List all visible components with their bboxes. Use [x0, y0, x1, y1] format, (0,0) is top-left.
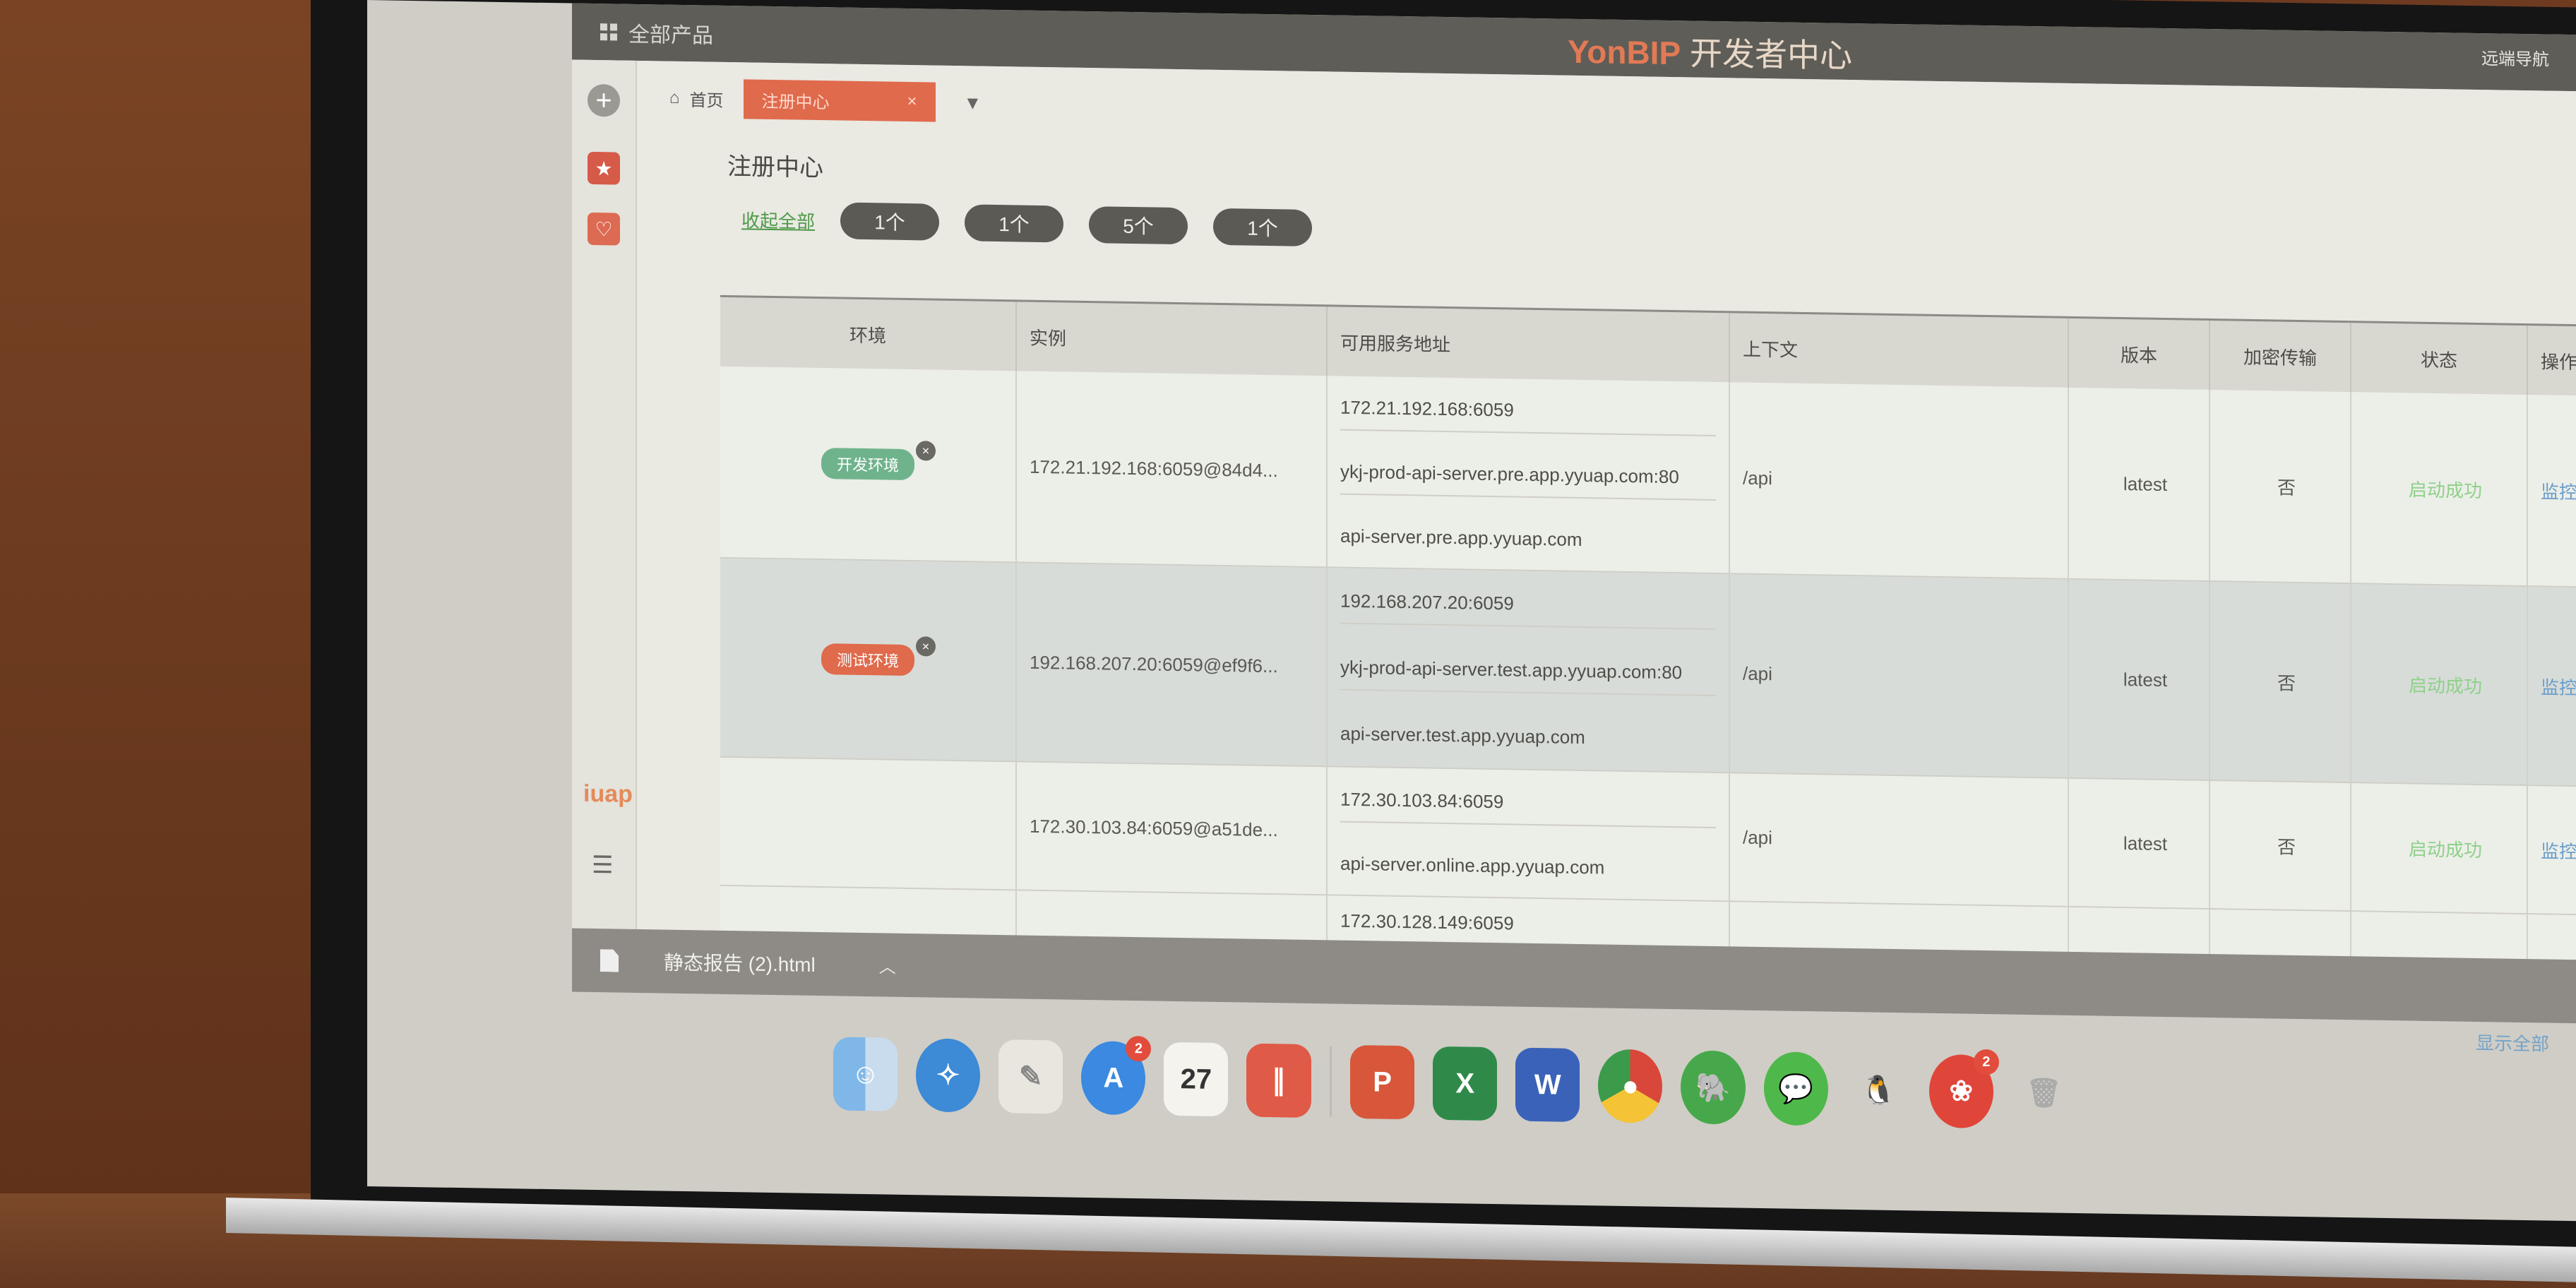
version-cell: latest — [2069, 387, 2210, 581]
excel-icon[interactable]: X — [1433, 1046, 1498, 1121]
context-cell: /api — [1730, 773, 2069, 906]
calendar-icon[interactable]: 27 — [1164, 1042, 1229, 1117]
header-operation: 操作 — [2528, 326, 2576, 396]
env-cell: 开发环境 × — [720, 366, 1017, 562]
address-line: api-server.pre.app.yyuap.com — [1340, 525, 1582, 550]
header-env: 环境 — [720, 297, 1017, 371]
filter-row: 收起全部 1个 1个 5个 1个 — [741, 201, 1313, 247]
gift-icon[interactable]: ♡ — [588, 212, 620, 246]
safari-icon[interactable]: ✧ — [916, 1038, 981, 1113]
header-instance: 实例 — [1017, 302, 1328, 376]
header-status: 状态 — [2351, 323, 2528, 395]
context-cell: /api — [1730, 382, 2069, 578]
menu-icon[interactable]: ☰ — [592, 851, 613, 879]
env-cell — [720, 757, 1017, 890]
address-line: 172.21.192.168:6059 — [1340, 385, 1716, 437]
count-pill[interactable]: 5个 — [1089, 206, 1188, 245]
collapse-all-link[interactable]: 收起全部 — [741, 206, 815, 234]
tab-bar: ⌂ 首页 注册中心 × ▼ — [650, 75, 982, 125]
address-cell: 172.21.192.168:6059 ykj-prod-api-server.… — [1328, 376, 1730, 573]
app-body: + ★ ♡ iuap ☰ ⌂ 首页 注册中心 × ▼ 注册中心 收起全部 1个 … — [572, 59, 2576, 967]
status-cell: 启动成功 — [2351, 584, 2528, 785]
chevron-up-icon[interactable]: ︿ — [879, 953, 896, 977]
close-tab-icon[interactable]: × — [907, 92, 917, 112]
address-cell: 172.30.103.84:6059 api-server.online.app… — [1328, 767, 1730, 901]
notification-badge: 2 — [1126, 1035, 1152, 1062]
version-cell — [2069, 907, 2210, 960]
instance-cell: 172.21.192.168:6059@84d4... — [1017, 371, 1328, 567]
all-products-button[interactable]: 全部产品 — [600, 16, 713, 49]
address-line: 192.168.207.20:6059 — [1340, 578, 1716, 631]
header-encrypt: 加密传输 — [2210, 321, 2351, 393]
op-cell — [2528, 914, 2576, 965]
encrypt-cell: 否 — [2210, 582, 2351, 782]
count-pill[interactable]: 1个 — [840, 202, 940, 241]
encrypt-cell: 否 — [2210, 781, 2351, 911]
brand-logo: YonBIP 开发者中心 — [1568, 32, 1852, 75]
chevron-down-icon[interactable]: ▼ — [964, 92, 982, 114]
encrypt-cell — [2210, 910, 2351, 962]
env-badge-test: 测试环境 × — [821, 636, 936, 676]
table-row: 开发环境 × 172.21.192.168:6059@84d4... 172.2… — [720, 366, 2576, 588]
address-line: ykj-prod-api-server.pre.app.yyuap.com:80 — [1340, 449, 1716, 501]
iuap-logo: iuap — [583, 780, 633, 808]
trash-icon[interactable]: 🗑 — [2012, 1056, 2076, 1130]
monitor-link[interactable]: 监控 — [2528, 587, 2576, 786]
powerpoint-icon[interactable]: P — [1350, 1044, 1415, 1120]
notes-icon[interactable]: ✎ — [998, 1039, 1063, 1114]
finder-icon[interactable]: ☺ — [833, 1037, 898, 1111]
home-icon: ⌂ — [669, 88, 680, 107]
address-line: api-server.test.app.yyuap.com — [1340, 722, 1585, 749]
env-badge-dev: 开发环境 × — [821, 441, 936, 481]
evernote-icon[interactable]: 🐘 — [1681, 1050, 1746, 1125]
dock-separator — [1329, 1046, 1332, 1117]
monitor-link[interactable]: 监控 — [2528, 786, 2576, 914]
word-icon[interactable]: W — [1515, 1047, 1580, 1122]
header-context: 上下文 — [1730, 313, 2069, 388]
projected-screen: 全部产品 YonBIP 开发者中心 远端导航 + ★ ♡ iuap ☰ ⌂ 首页… — [367, 0, 2576, 1222]
dingtalk-icon[interactable]: ∥ — [1246, 1043, 1311, 1118]
file-icon — [600, 949, 619, 972]
grid-icon — [600, 23, 617, 41]
instance-cell: 192.168.207.20:6059@ef9f6... — [1017, 563, 1328, 766]
notification-badge: 2 — [1973, 1049, 1999, 1075]
left-rail: + ★ ♡ iuap ☰ — [572, 59, 637, 937]
monitor-link[interactable]: 监控 — [2528, 395, 2576, 587]
status-cell: 启动成功 — [2351, 783, 2528, 914]
address-line: 172.30.103.84:6059 — [1340, 777, 1716, 828]
version-cell: latest — [2069, 778, 2210, 909]
address-line: api-server.online.app.yyuap.com — [1340, 852, 1605, 878]
count-pill[interactable]: 1个 — [965, 204, 1064, 243]
env-cell: 测试环境 × — [720, 558, 1017, 761]
tab-home[interactable]: ⌂ 首页 — [650, 78, 744, 119]
appstore-icon[interactable]: A 2 — [1081, 1035, 1152, 1116]
download-file-name[interactable]: 静态报告 (2).html — [664, 948, 816, 978]
topbar-right-text[interactable]: 远端导航 — [2481, 44, 2549, 71]
status-cell: 启动成功 — [2351, 392, 2528, 586]
instance-cell: 172.30.103.84:6059@a51de... — [1017, 762, 1328, 895]
show-all-link[interactable]: 显示全部 — [2476, 1029, 2549, 1056]
header-address: 可用服务地址 — [1328, 306, 1730, 383]
add-icon[interactable]: + — [588, 83, 620, 117]
chrome-icon[interactable]: ● — [1598, 1049, 1663, 1123]
page-title: 注册中心 — [727, 153, 823, 182]
service-table: 环境 实例 可用服务地址 上下文 版本 加密传输 状态 操作 开发环境 × 17… — [720, 294, 2576, 967]
wechat-icon[interactable]: 💬 — [1763, 1051, 1828, 1126]
favorite-icon[interactable]: ★ — [588, 151, 620, 185]
tab-registry-center[interactable]: 注册中心 × — [743, 79, 936, 122]
remove-icon[interactable]: × — [916, 441, 936, 461]
encrypt-cell: 否 — [2210, 390, 2351, 583]
table-row: 测试环境 × 192.168.207.20:6059@ef9f6... 192.… — [720, 558, 2576, 787]
address-line: ykj-prod-api-server.test.app.yyuap.com:8… — [1340, 645, 1716, 697]
header-version: 版本 — [2069, 318, 2210, 390]
mac-dock: ☺ ✧ ✎ A 2 27 ∥ P X W ● 🐘 💬 🐧 ❀ 2 🗑 — [833, 1024, 2076, 1143]
all-products-label: 全部产品 — [628, 23, 713, 48]
context-cell: /api — [1730, 574, 2069, 777]
address-cell: 192.168.207.20:6059 ykj-prod-api-server.… — [1328, 568, 1730, 773]
count-pill[interactable]: 1个 — [1213, 208, 1313, 247]
netease-icon[interactable]: ❀ 2 — [1928, 1049, 1999, 1129]
remove-icon[interactable]: × — [916, 636, 936, 657]
qq-icon[interactable]: 🐧 — [1847, 1053, 1911, 1127]
version-cell: latest — [2069, 579, 2210, 780]
